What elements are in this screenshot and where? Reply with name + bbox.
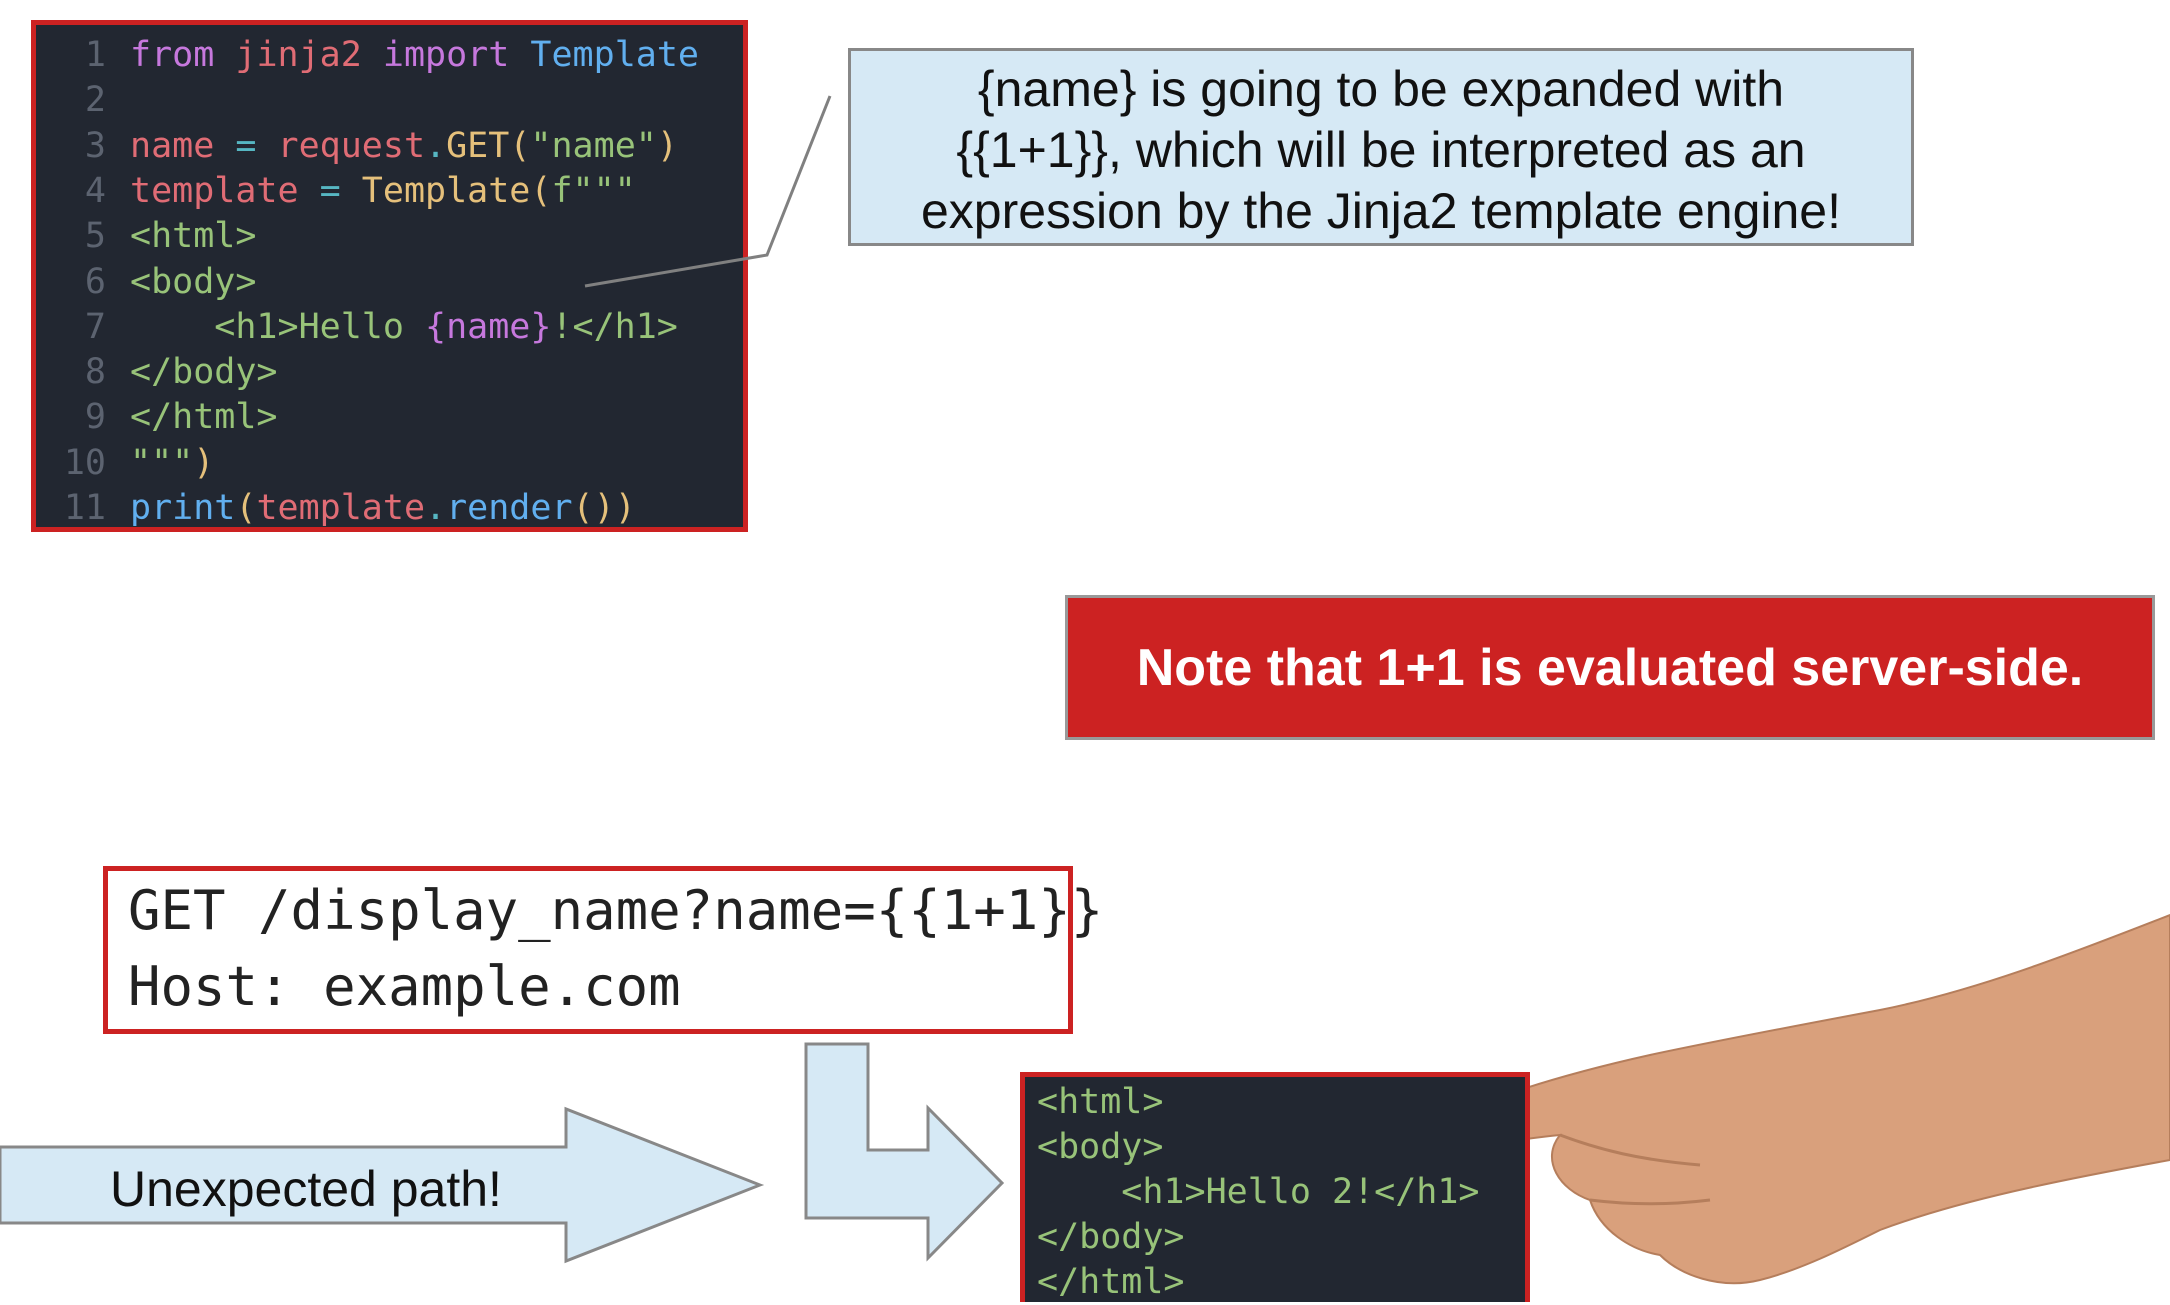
rendered-output-panel: <html> <body> <h1>Hello 2!</h1> </body> </h… bbox=[1020, 1072, 1530, 1302]
explanation-callout: {name} is going to be expanded with {{1+… bbox=[848, 48, 1914, 246]
callout-pointer-line bbox=[584, 95, 832, 288]
callout-line-2: {{1+1}}, which will be interpreted as an bbox=[956, 122, 1806, 178]
http-request-box: GET /display_name?name={{1+1}} Host: exa… bbox=[103, 866, 1104, 1034]
server-side-note: Note that 1+1 is evaluated server-side. bbox=[1065, 595, 2155, 740]
output-line: <h1>Hello 2!</h1> bbox=[1037, 1172, 1480, 1212]
host-header-line: Host: example.com bbox=[128, 955, 681, 1018]
output-line: <body> bbox=[1037, 1127, 1164, 1167]
unexpected-path-label: Unexpected path! bbox=[110, 1161, 502, 1217]
response-flow-arrow bbox=[804, 1042, 1005, 1262]
output-line: <html> bbox=[1037, 1082, 1164, 1122]
callout-line-3: expression by the Jinja2 template engine… bbox=[920, 183, 1842, 239]
output-line: </html> bbox=[1037, 1262, 1185, 1302]
request-line: GET /display_name?name={{1+1}} bbox=[128, 879, 1104, 942]
callout-line-1: {name} is going to be expanded with bbox=[977, 61, 1785, 117]
output-line: </body> bbox=[1037, 1217, 1185, 1257]
note-text: Note that 1+1 is evaluated server-side. bbox=[1136, 638, 2084, 697]
